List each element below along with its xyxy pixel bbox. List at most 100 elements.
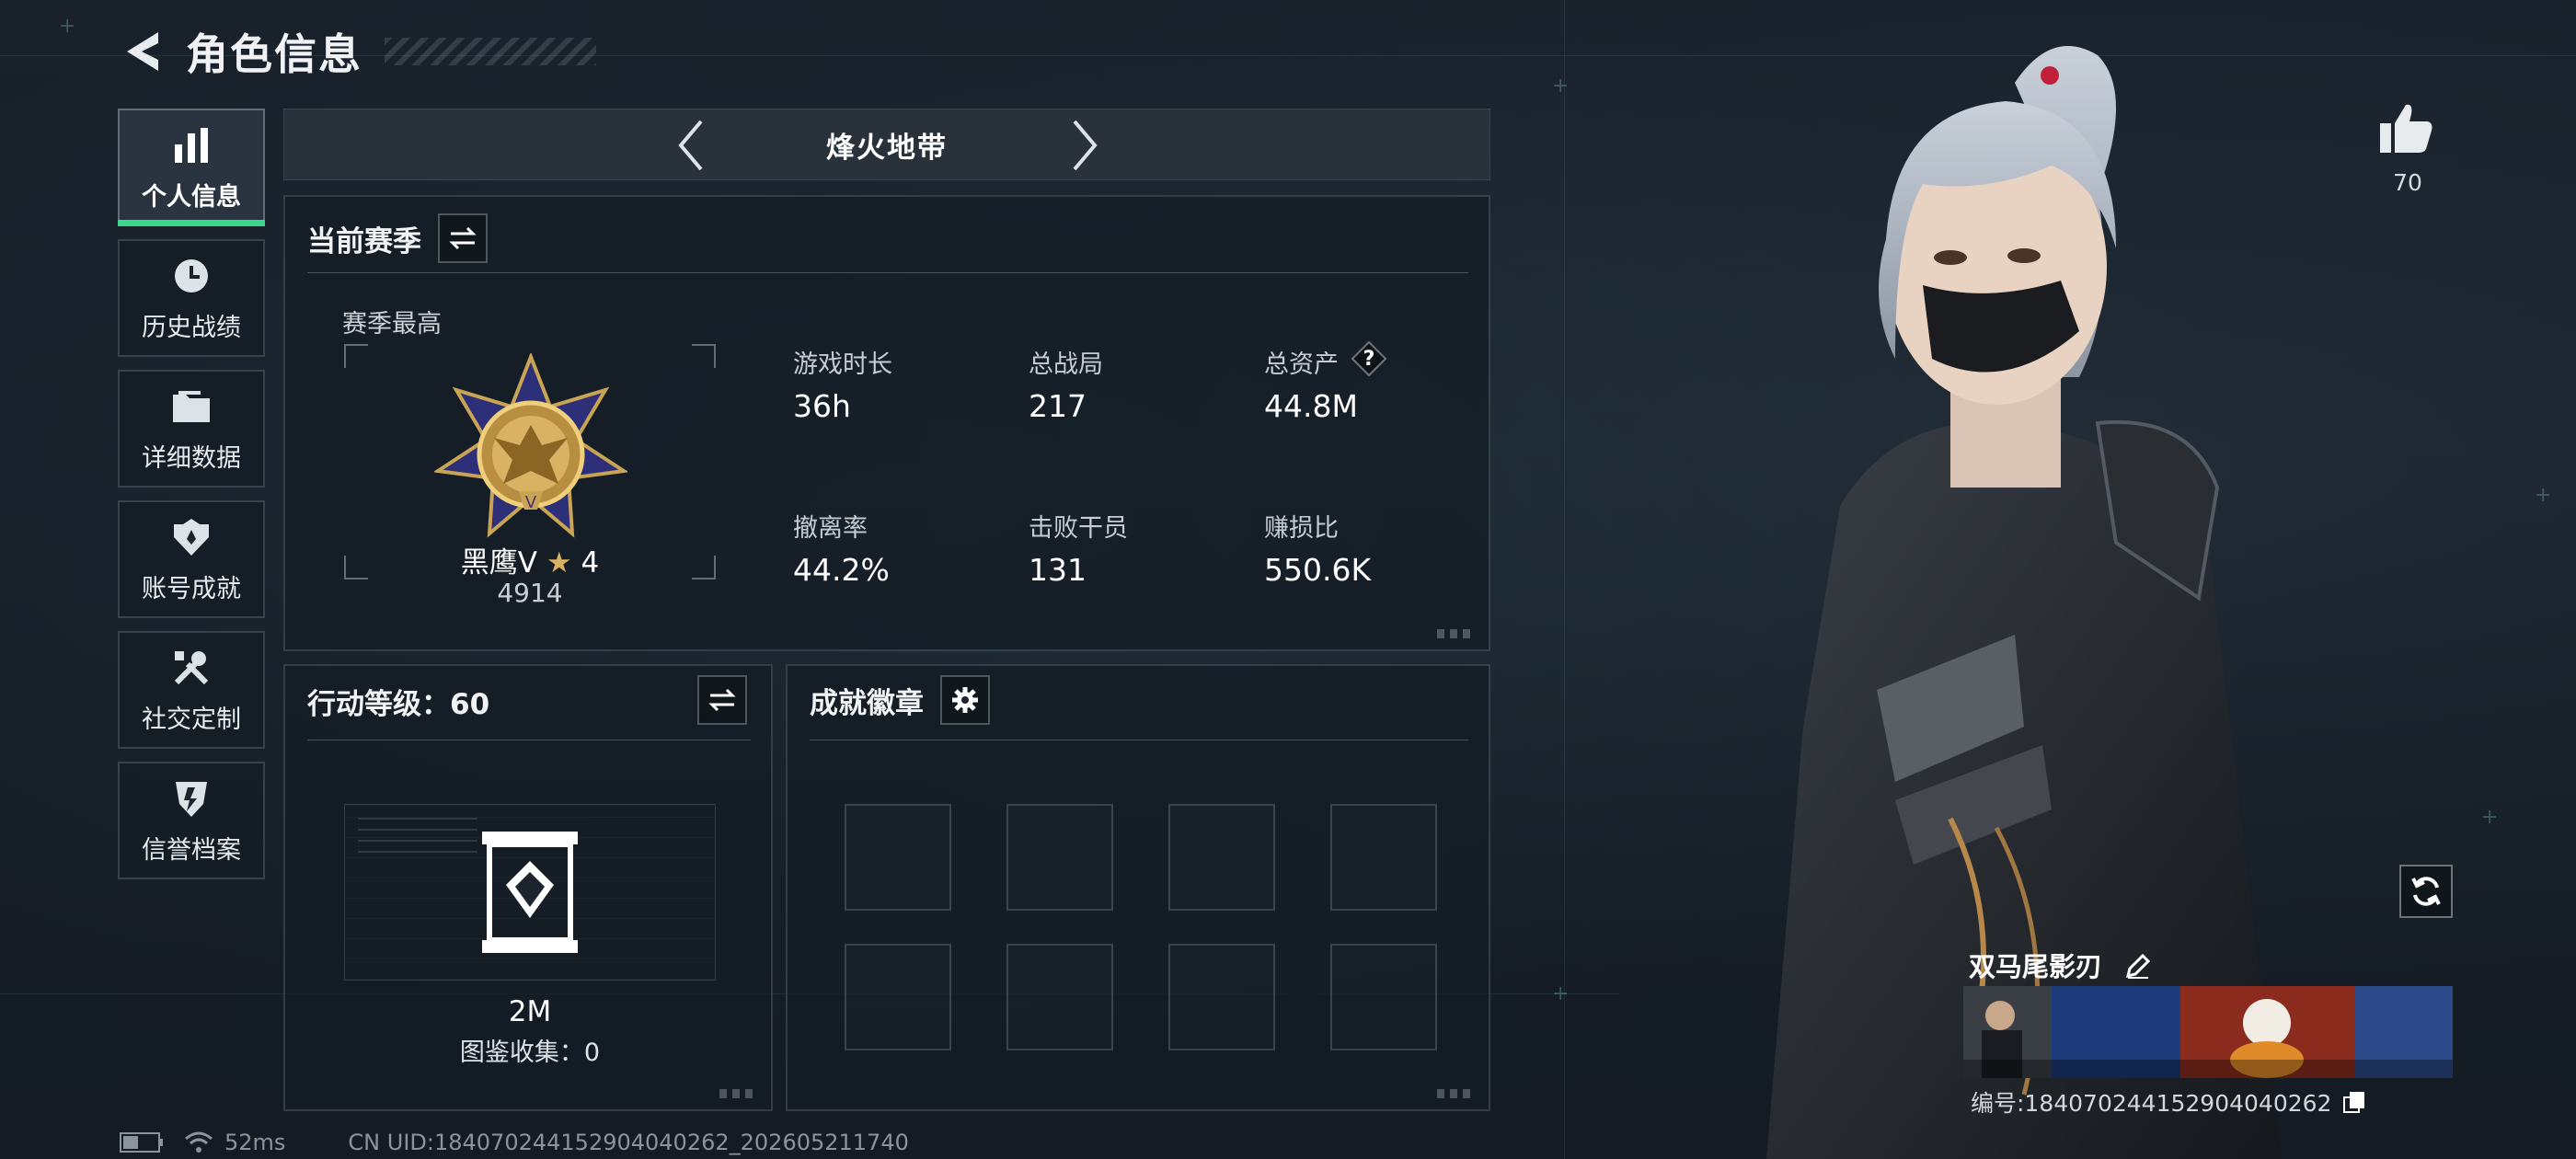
refresh-icon [2411, 877, 2441, 906]
season-title: 当前赛季 [307, 224, 421, 258]
status-bar: 52ms CN UID:1840702441529040402​62_20260… [120, 1130, 909, 1155]
title-decoration [385, 38, 596, 65]
sidebar-item-social-custom[interactable]: 社交定制 [118, 631, 265, 749]
stat-value-profit-loss-ratio: 550.6K [1264, 552, 1372, 588]
card-id-row: 编号:1840702441529040402​62 [1971, 1085, 2366, 1119]
badge-slot[interactable] [1330, 804, 1437, 911]
battery-icon [120, 1132, 163, 1153]
achievements-header: 成就徽章 [810, 675, 990, 725]
edit-name-button[interactable] [2124, 952, 2152, 986]
sidebar-item-detailed-data[interactable]: 详细数据 [118, 370, 265, 488]
deco-cross: + [2481, 806, 2499, 829]
gear-icon [952, 687, 978, 713]
divider [307, 272, 1468, 273]
sidebar-item-personal-info[interactable]: 个人信息 [118, 109, 265, 226]
name-card-banner[interactable] [1963, 986, 2453, 1078]
chevron-left-icon [678, 120, 703, 171]
previous-mode-button[interactable] [663, 118, 719, 173]
swap-icon [449, 226, 477, 250]
deco-cross: + [1552, 982, 1570, 1005]
assets-help-button[interactable]: ? [1351, 340, 1387, 377]
action-level-title: 行动等级：60 [307, 688, 490, 721]
reputation-shield-icon [169, 776, 213, 820]
sidebar-item-history[interactable]: 历史战绩 [118, 239, 265, 357]
action-level-header: 行动等级：60 [307, 681, 489, 722]
rank-emblem-icon: V [434, 353, 627, 538]
deco-cross: + [2535, 484, 2552, 507]
stat-label-extraction-rate: 撤离率 [793, 514, 868, 543]
corner-decoration [1437, 629, 1476, 638]
tools-icon [169, 646, 213, 690]
sidebar-item-label: 详细数据 [142, 443, 241, 473]
sidebar-item-label: 个人信息 [142, 182, 241, 212]
ping: 52ms [224, 1130, 286, 1155]
switch-level-button[interactable] [697, 675, 747, 725]
switch-season-button[interactable] [438, 213, 488, 263]
rank-name: 黑鹰V [460, 546, 537, 580]
collection-label: 图鉴收集：0 [459, 1039, 601, 1067]
sidebar: 个人信息 历史战绩 详细数据 账号成就 社交定制 信誉档案 [118, 109, 265, 892]
rank-points: 4914 [497, 578, 563, 608]
card-id: 编号:1840702441529040402​62 [1971, 1090, 2332, 1117]
collection-trophy-icon[interactable] [480, 830, 580, 955]
stat-value-extraction-rate: 44.2% [793, 552, 890, 588]
badge-slot[interactable] [1006, 804, 1113, 911]
folder-icon [169, 384, 213, 429]
corner-decoration [719, 1089, 758, 1098]
refresh-button[interactable] [2399, 865, 2453, 918]
sidebar-item-reputation[interactable]: 信誉档案 [118, 762, 265, 879]
stat-value-operators-defeated: 131 [1029, 552, 1087, 588]
sidebar-item-label: 账号成就 [142, 574, 241, 603]
badge-slot[interactable] [1168, 944, 1275, 1050]
mode-title: 烽火地带 [826, 131, 948, 165]
season-best-label: 赛季最高 [342, 310, 442, 339]
bar-chart-icon [169, 123, 213, 167]
thumbs-up-icon [2380, 104, 2432, 153]
achievement-badge-icon [169, 515, 213, 559]
badge-slot[interactable] [1168, 804, 1275, 911]
chevron-right-icon [1073, 120, 1098, 171]
history-clock-icon [169, 254, 213, 298]
badge-slot[interactable] [845, 944, 951, 1050]
pencil-icon [2126, 953, 2151, 979]
achievements-title: 成就徽章 [810, 686, 924, 720]
action-level-panel: 行动等级：60 2M 图鉴收集：0 [283, 664, 773, 1111]
back-button[interactable] [120, 26, 166, 77]
page-title: 角色信息 [186, 29, 362, 79]
stat-value-total-matches: 217 [1029, 388, 1087, 424]
stat-label-total-matches: 总战局 [1029, 350, 1103, 379]
deco-cross: + [59, 15, 76, 38]
card-name: 双马尾影刃 [1969, 951, 2103, 982]
stat-label-profit-loss-ratio: 赚损比 [1264, 514, 1339, 543]
next-mode-button[interactable] [1057, 118, 1112, 173]
header: 角色信息 [120, 22, 596, 81]
wifi-icon [185, 1131, 213, 1153]
badge-slot[interactable] [1330, 944, 1437, 1050]
season-panel: 当前赛季 赛季最高 V 黑鹰V ★ 4 4914 游戏时长 36h 总战局 21… [283, 195, 1490, 651]
card-name-row: 双马尾影刃 [1969, 946, 2152, 986]
sidebar-item-achievements[interactable]: 账号成就 [118, 500, 265, 618]
help-mark: ? [1363, 347, 1375, 371]
season-header: 当前赛季 [307, 213, 488, 263]
mode-selector: 烽火地带 [283, 109, 1490, 180]
copy-id-button[interactable] [2342, 1090, 2366, 1119]
stat-value-playtime: 36h [793, 388, 851, 424]
badge-slot[interactable] [845, 804, 951, 911]
uid: CN UID:1840702441529040402​62_2026052117… [348, 1130, 909, 1155]
badge-slot[interactable] [1006, 944, 1113, 1050]
badge-settings-button[interactable] [940, 675, 990, 725]
action-level-value: 2M [508, 995, 552, 1028]
like-button[interactable] [2378, 101, 2437, 160]
stat-value-total-assets: 44.8M [1264, 388, 1358, 424]
stat-label-total-assets: 总资产 [1264, 350, 1339, 379]
deco-cross: + [1552, 75, 1570, 98]
svg-text:V: V [525, 493, 537, 512]
collection-deco-lines [358, 818, 477, 855]
rank-stars: 4 [581, 546, 600, 580]
achievement-badges-panel: 成就徽章 [786, 664, 1490, 1111]
corner-decoration [1437, 1089, 1476, 1098]
rank-star-icon: ★ [546, 546, 572, 580]
sidebar-item-label: 历史战绩 [142, 313, 241, 342]
rank-name-row: 黑鹰V ★ 4 [344, 539, 716, 580]
stat-label-operators-defeated: 击败干员 [1029, 514, 1128, 543]
